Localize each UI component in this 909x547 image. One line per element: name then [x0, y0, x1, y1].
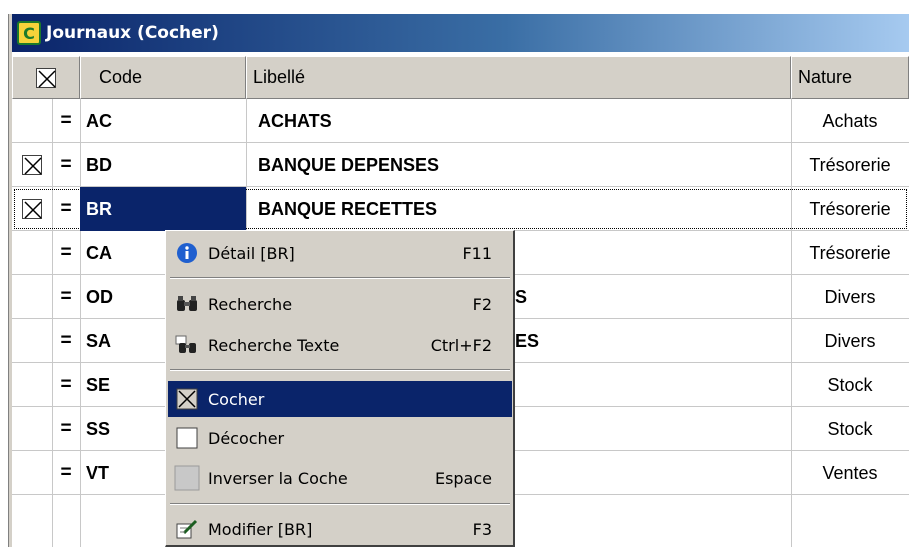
gray-box-icon [172, 460, 202, 496]
menu-item-decocher[interactable]: Décocher [168, 420, 512, 456]
context-menu: Détail [BR] F11 Recherche F2 Recherche T… [165, 230, 515, 547]
menu-item-shortcut: Ctrl+F2 [430, 335, 492, 355]
menu-item-recherche-texte[interactable]: Recherche Texte Ctrl+F2 [168, 327, 512, 363]
menu-item-label: Cocher [208, 389, 265, 409]
row-nature[interactable]: Trésorerie [791, 187, 909, 231]
row-code[interactable]: AC [80, 99, 246, 143]
checked-box-icon [22, 199, 42, 219]
row-check-cell[interactable] [12, 407, 52, 451]
row-nature[interactable]: Stock [791, 363, 909, 407]
window-title: Journaux (Cocher) [46, 23, 219, 43]
menu-item-detail[interactable]: Détail [BR] F11 [168, 235, 512, 271]
menu-item-label: Décocher [208, 428, 285, 448]
row-nature[interactable]: Stock [791, 407, 909, 451]
row-eq-symbol: = [60, 286, 72, 307]
menu-separator [170, 369, 510, 371]
row-check-cell[interactable] [12, 363, 52, 407]
row-libelle[interactable]: ACHATS [246, 99, 791, 143]
row-check-cell[interactable] [12, 187, 52, 231]
menu-item-shortcut: Espace [434, 468, 492, 488]
text-search-icon [172, 327, 202, 363]
row-eq-symbol: = [60, 418, 72, 439]
info-icon [172, 235, 202, 271]
menu-item-shortcut: F3 [472, 519, 492, 539]
column-header-nature[interactable]: Nature [791, 56, 909, 99]
row-nature[interactable]: Trésorerie [791, 231, 909, 275]
edit-icon [172, 511, 202, 547]
menu-item-shortcut: F2 [472, 294, 492, 314]
row-eq-symbol: = [60, 110, 72, 131]
row-code-selected[interactable]: BR [80, 187, 246, 231]
table-row-current[interactable]: = BR BANQUE RECETTES Trésorerie [12, 187, 909, 231]
row-code[interactable]: BD [80, 143, 246, 187]
row-nature[interactable]: Divers [791, 275, 909, 319]
header-check-all[interactable] [12, 56, 80, 99]
menu-item-recherche[interactable]: Recherche F2 [168, 286, 512, 322]
empty-box-icon [172, 420, 202, 456]
menu-item-shortcut: F11 [462, 243, 492, 263]
app-icon: C [17, 21, 41, 45]
row-check-cell[interactable] [12, 451, 52, 495]
row-check-cell[interactable] [12, 99, 52, 143]
table-row[interactable]: = AC ACHATS Achats [12, 99, 909, 143]
table-row[interactable]: = BD BANQUE DEPENSES Trésorerie [12, 143, 909, 187]
row-eq-symbol: = [60, 154, 72, 175]
row-eq-symbol: = [60, 330, 72, 351]
row-check-cell[interactable] [12, 275, 52, 319]
menu-item-modifier[interactable]: Modifier [BR] F3 [168, 511, 512, 547]
row-check-cell[interactable] [12, 143, 52, 187]
row-check-cell[interactable] [12, 319, 52, 363]
row-eq-symbol: = [60, 374, 72, 395]
row-nature[interactable]: Divers [791, 319, 909, 363]
binoculars-icon [172, 286, 202, 322]
checked-box-icon [36, 67, 56, 88]
row-check-cell[interactable] [12, 231, 52, 275]
column-header-code[interactable]: Code [80, 56, 246, 99]
menu-separator [170, 503, 510, 505]
checked-box-icon [172, 381, 202, 417]
row-nature[interactable]: Ventes [791, 451, 909, 495]
column-header-libelle[interactable]: Libellé [246, 56, 791, 99]
row-eq-symbol: = [60, 462, 72, 483]
row-nature[interactable]: Trésorerie [791, 143, 909, 187]
menu-item-label: Modifier [BR] [208, 519, 313, 539]
menu-separator [170, 277, 510, 279]
checked-box-icon [22, 155, 42, 175]
menu-item-label: Détail [BR] [208, 243, 295, 263]
menu-item-inverser[interactable]: Inverser la Coche Espace [168, 460, 512, 496]
menu-item-label: Recherche [208, 294, 293, 314]
menu-item-label: Recherche Texte [208, 335, 340, 355]
row-libelle[interactable]: BANQUE RECETTES [246, 187, 791, 231]
window-titlebar[interactable]: C Journaux (Cocher) [12, 14, 909, 52]
row-eq-symbol: = [60, 242, 72, 263]
row-eq-symbol: = [60, 198, 72, 219]
menu-item-cocher[interactable]: Cocher [168, 381, 512, 417]
row-libelle[interactable]: BANQUE DEPENSES [246, 143, 791, 187]
menu-item-label: Inverser la Coche [208, 468, 348, 488]
row-nature[interactable]: Achats [791, 99, 909, 143]
